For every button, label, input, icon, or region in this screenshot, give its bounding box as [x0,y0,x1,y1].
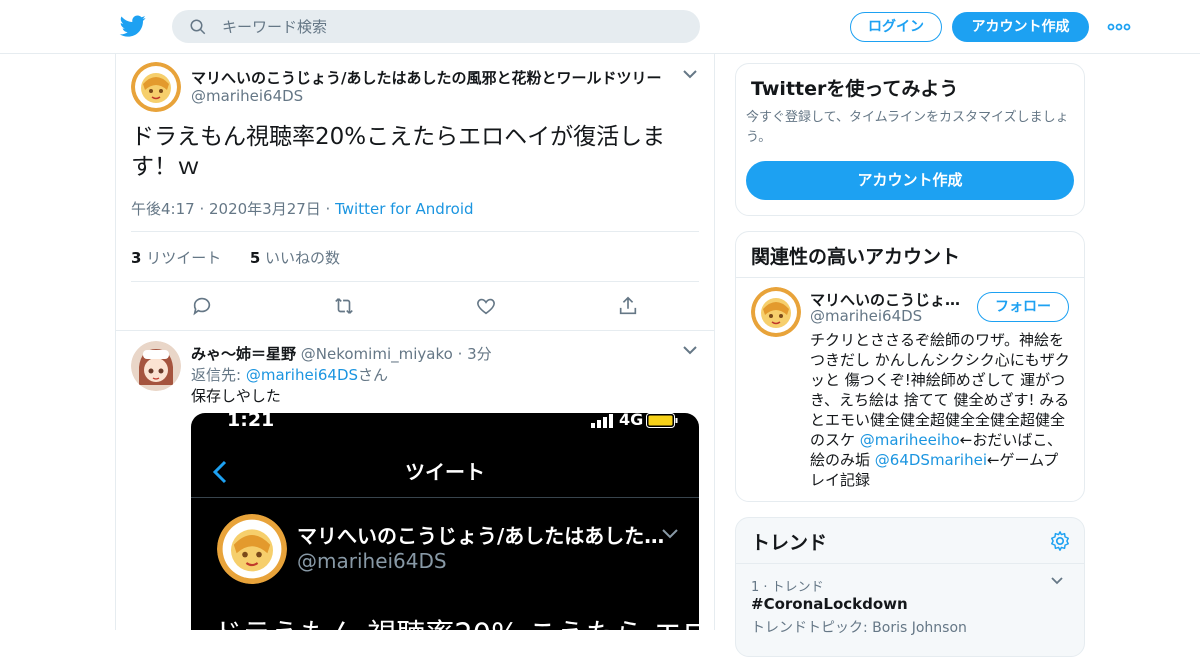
reply-text: 保存しやした [191,387,281,405]
related-account-handle[interactable]: @marihei64DS [810,307,922,325]
like-label: いいねの数 [260,249,341,267]
chevron-down-icon[interactable] [682,68,698,80]
trends-card: トレンド 1 · トレンド #CoronaLockdown トレンドトピック: … [735,517,1085,657]
retweet-label: リツイート [141,249,222,267]
avatar-character-icon [131,62,181,112]
author-name[interactable]: マリへいのこうじょう/あしたはあしたの風邪と花粉とワールドツリー [191,67,661,88]
search-icon [190,19,206,35]
retweet-stat[interactable]: 3 リツイート [131,249,221,267]
network-indicator: 4G [619,413,644,429]
trend-name[interactable]: #CoronaLockdown [751,595,908,613]
like-stat[interactable]: 5 いいねの数 [250,249,340,267]
search-box[interactable] [172,10,700,43]
reply-to-suffix: さん [358,366,389,384]
attached-screenshot-image[interactable]: 1:21 4G ツイート マリへいのこうじょう/あしたはあした… @marihe… [191,413,699,630]
retweet-count: 3 [131,249,142,267]
signup-card: Twitterを使ってみよう 今すぐ登録して、タイムラインをカスタマイズしましょ… [735,63,1085,216]
reply-author-handle[interactable]: @Nekomimi_miyako · 3分 [296,345,492,363]
reply-author-name[interactable]: みゃ〜姉＝星野 [191,345,296,363]
reply-to-line: 返信先: @marihei64DSさん [191,364,388,385]
signup-card-heading: Twitterを使ってみよう [751,78,959,100]
screenshot-author-name: マリへいのこうじょう/あしたはあした… [297,524,665,548]
divider [736,277,1084,278]
divider [131,281,699,282]
trend-topic: トレンドトピック: Boris Johnson [751,620,967,636]
divider [131,231,699,232]
screenshot-author-handle: @marihei64DS [297,549,447,573]
divider [736,563,1084,564]
author-handle[interactable]: @marihei64DS [191,87,303,105]
signup-card-button[interactable]: アカウント作成 [746,161,1074,200]
chevron-down-icon[interactable] [682,344,698,356]
author-avatar[interactable] [131,62,181,112]
trend-meta: 1 · トレンド [751,580,824,595]
like-count: 5 [249,249,261,267]
more-options-icon[interactable] [1107,17,1131,37]
share-icon[interactable] [617,295,639,317]
reply-to-mention[interactable]: @marihei64DS [246,366,358,384]
related-accounts-heading: 関連性の高いアカウント [751,246,961,268]
tweet-text: ドラえもん視聴率20%こえたらエロヘイが復活します！ｗ [131,124,666,180]
tweet-metadata: 午後4:17 · 2020年3月27日 · Twitter for Androi… [131,198,474,219]
signal-icon [591,414,613,428]
reply-header: みゃ〜姉＝星野 @Nekomimi_miyako · 3分 [191,343,492,364]
screenshot-tweet-text: ドラえもん 視聴率20% こえたら エロ [213,611,699,630]
divider [191,497,699,498]
trends-heading: トレンド [751,532,828,554]
twitter-logo-icon[interactable] [119,13,147,39]
reply-icon[interactable] [191,295,213,317]
avatar-character-icon [751,287,801,337]
signup-button[interactable]: アカウント作成 [952,12,1089,42]
screenshot-avatar [217,514,287,584]
related-account-bio: チクリとささるぞ絵師のワザ。神絵をつきだし かんしんシクシク心にもザクッと 傷つ… [810,330,1072,490]
login-button[interactable]: ログイン [850,12,942,42]
signup-card-description: 今すぐ登録して、タイムラインをカスタマイズしましょう。 [746,110,1069,145]
reply-tweet: みゃ〜姉＝星野 @Nekomimi_miyako · 3分 返信先: @mari… [116,331,714,630]
tweet-column: マリへいのこうじょう/あしたはあしたの風邪と花粉とワールドツリー @marihe… [115,54,715,630]
avatar-character-icon [217,514,287,584]
reply-to-prefix: 返信先: [191,366,246,384]
bio-mention-link[interactable]: @64DSmarihei [875,451,987,469]
search-input[interactable] [222,10,682,43]
related-accounts-card: 関連性の高いアカウント マリへいのこうじょう/あしたはあしたの風邪と花粉とワール… [735,231,1085,502]
avatar-character-icon [131,341,181,391]
phone-clock: 1:21 [227,413,275,431]
gear-icon[interactable] [1049,530,1071,552]
tweet-source-link[interactable]: Twitter for Android [335,200,473,218]
chevron-down-icon[interactable] [1050,576,1064,586]
chevron-down-icon [662,529,678,539]
like-icon[interactable] [475,295,497,317]
tweet-timestamp[interactable]: 午後4:17 · 2020年3月27日 · [131,200,335,218]
top-navigation-bar: ログイン アカウント作成 [0,0,1200,54]
main-tweet: マリへいのこうじょう/あしたはあしたの風邪と花粉とワールドツリー @marihe… [116,54,714,331]
bio-mention-link[interactable]: @marihee­iho [860,431,960,449]
follow-button[interactable]: フォロー [977,292,1069,322]
tweet-stats: 3 リツイート 5 いいねの数 [131,247,340,268]
reply-author-avatar[interactable] [131,341,181,391]
screenshot-title: ツイート [405,460,485,484]
battery-icon [646,413,678,428]
related-account-avatar[interactable] [751,287,801,337]
retweet-icon[interactable] [333,295,355,317]
